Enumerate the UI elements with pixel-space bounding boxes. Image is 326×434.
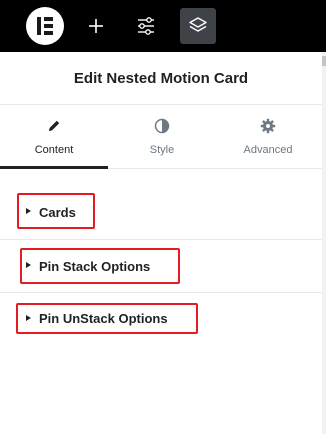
gear-icon <box>260 118 276 134</box>
tab-advanced-label: Advanced <box>243 144 293 156</box>
panel-header: Edit Nested Motion Card <box>0 52 322 105</box>
add-element-button[interactable] <box>78 8 114 44</box>
top-toolbar <box>0 0 326 52</box>
pencil-icon <box>49 120 60 131</box>
plus-icon <box>89 19 103 33</box>
structure-button[interactable] <box>180 8 216 44</box>
site-settings-button[interactable] <box>128 8 164 44</box>
half-circle-icon <box>154 118 170 134</box>
elementor-logo-icon[interactable] <box>26 7 64 45</box>
section-pin-stack-label: Pin Stack Options <box>39 259 151 274</box>
caret-right-icon <box>26 208 31 214</box>
section-pin-unstack-label: Pin UnStack Options <box>39 311 168 326</box>
section-pin-unstack-options[interactable]: Pin UnStack Options <box>0 293 322 345</box>
scrollbar-thumb[interactable] <box>322 56 326 66</box>
caret-right-icon <box>26 262 31 268</box>
active-tab-indicator <box>0 166 108 169</box>
caret-right-icon <box>26 315 31 321</box>
tab-content[interactable]: Content <box>0 105 108 169</box>
tab-style-label: Style <box>149 144 175 156</box>
layers-icon <box>189 17 207 32</box>
scrollbar[interactable] <box>322 52 326 434</box>
section-cards[interactable]: Cards <box>0 186 322 238</box>
tab-content-label: Content <box>34 144 74 156</box>
section-cards-label: Cards <box>39 205 76 220</box>
sliders-icon <box>138 17 154 35</box>
tab-style[interactable]: Style <box>108 105 216 168</box>
panel-title: Edit Nested Motion Card <box>73 69 249 87</box>
editor-panel: Edit Nested Motion Card Content Style Ad… <box>0 0 326 434</box>
panel-tabs: Content Style Advanced <box>0 105 322 169</box>
tab-advanced[interactable]: Advanced <box>214 105 322 168</box>
section-pin-stack-options[interactable]: Pin Stack Options <box>0 240 322 292</box>
